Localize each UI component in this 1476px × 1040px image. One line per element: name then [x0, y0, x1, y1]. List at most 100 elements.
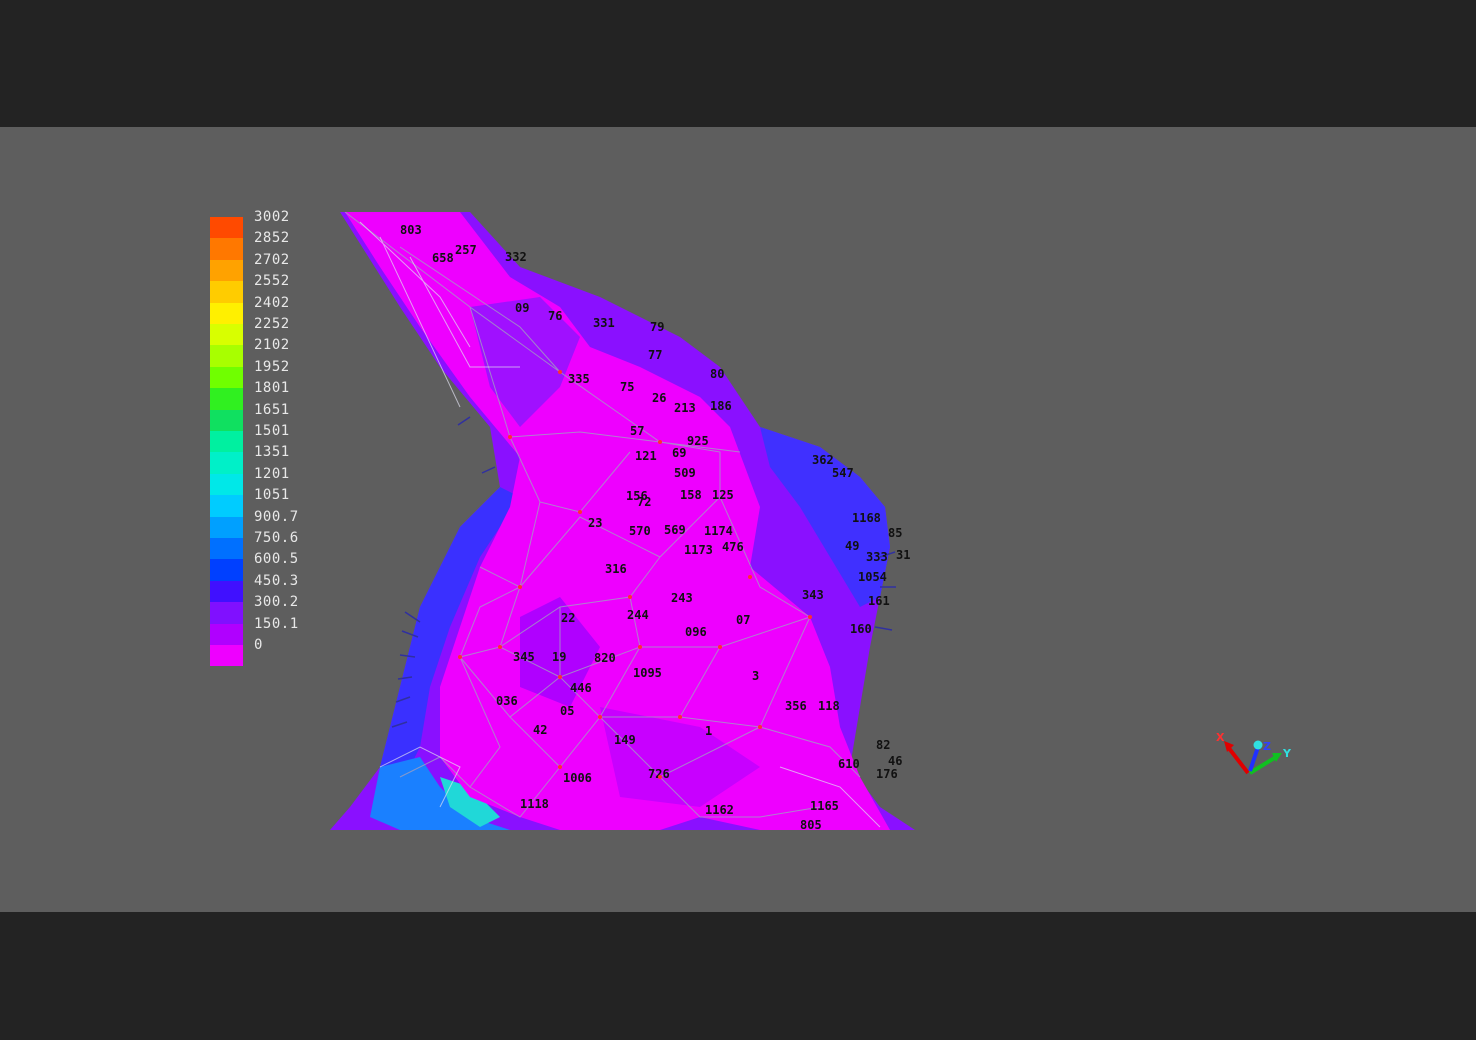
legend-swatch	[210, 259, 243, 282]
legend-label: 3002	[254, 209, 290, 225]
node-label: 76	[548, 309, 562, 323]
legend-label: 1501	[254, 423, 290, 439]
legend-swatch	[210, 645, 243, 667]
node-label: 805	[800, 818, 822, 832]
3d-viewport[interactable]: 803 658 257 332 09 76 331 79 77 80 335 7…	[0, 127, 1476, 912]
node-label: 332	[505, 250, 527, 264]
node-label: 476	[722, 540, 744, 554]
legend-label: 1051	[254, 487, 290, 504]
node-label: 335	[568, 372, 590, 386]
legend-label: 1651	[254, 401, 290, 418]
legend-label: 2702	[254, 251, 290, 268]
legend-swatch	[210, 602, 243, 624]
node-label: 07	[736, 613, 750, 627]
node-label: 186	[710, 399, 732, 413]
legend-swatch	[210, 559, 243, 581]
node-label: 331	[593, 316, 615, 330]
legend-swatch	[210, 324, 243, 346]
legend-swatch	[210, 409, 243, 431]
node-label: 658	[432, 251, 454, 265]
node-label: 19	[552, 650, 566, 664]
legend-label: 150.1	[254, 615, 299, 632]
legend-swatch	[210, 473, 243, 496]
legend-swatch	[210, 366, 243, 389]
legend-swatch	[210, 516, 243, 538]
x-axis-arrow	[1226, 745, 1250, 775]
node-label: 244	[627, 608, 649, 622]
node-label: 610	[838, 757, 860, 771]
node-label: 3	[752, 669, 759, 683]
legend-label: 1351	[254, 444, 290, 461]
top-letterbox	[0, 0, 1476, 127]
node-label: 80	[710, 367, 724, 381]
node-label: 46	[888, 754, 902, 768]
node-label: 05	[560, 704, 574, 718]
node-label: 333	[866, 550, 888, 564]
x-axis-label: X	[1216, 731, 1225, 744]
node-label: 356	[785, 699, 807, 713]
legend-label: 0	[254, 637, 263, 653]
node-label: 69	[672, 446, 686, 460]
legend-label: 1952	[254, 358, 290, 375]
legend-swatch	[210, 580, 243, 603]
node-label: 49	[845, 539, 859, 553]
node-label: 362	[812, 453, 834, 467]
node-label: 176	[876, 767, 898, 781]
node-label: 23	[588, 516, 602, 530]
legend-swatch	[210, 623, 243, 645]
node-label: 820	[594, 651, 616, 665]
legend-swatch	[210, 217, 243, 239]
node-label: 509	[674, 466, 696, 480]
node-label: 57	[630, 424, 644, 438]
node-label: 343	[802, 588, 824, 602]
legend-swatch	[210, 495, 243, 517]
axis-triad[interactable]: X Y Z	[1210, 725, 1300, 785]
node-label: 1095	[633, 666, 662, 680]
legend-label: 2252	[254, 316, 290, 332]
node-label: 096	[685, 625, 707, 639]
legend-label: 900.7	[254, 508, 299, 525]
node-label: 570	[629, 524, 651, 538]
node-label: 446	[570, 681, 592, 695]
legend-label: 2102	[254, 337, 290, 354]
node-label: 243	[671, 591, 693, 605]
node-label: 42	[533, 723, 547, 737]
node-label: 213	[674, 401, 696, 415]
legend-swatch	[210, 538, 243, 560]
legend-swatch	[210, 281, 243, 303]
node-label: 75	[620, 380, 634, 394]
legend-label: 1801	[254, 380, 290, 397]
node-label: 1174	[704, 524, 733, 538]
node-label: 09	[515, 301, 529, 315]
node-label: 82	[876, 738, 890, 752]
node-label: 158	[680, 488, 702, 502]
legend-label: 750.6	[254, 530, 299, 546]
legend-label: 1201	[254, 465, 290, 482]
node-label: 1162	[705, 803, 734, 817]
legend-label: 2402	[254, 294, 290, 311]
node-label: 118	[818, 699, 840, 713]
legend-swatch	[210, 238, 243, 260]
node-label: 925	[687, 434, 709, 448]
node-label: 547	[832, 466, 854, 480]
node-label: 257	[455, 243, 477, 257]
node-label: 1173	[684, 543, 713, 557]
legend-label: 450.3	[254, 572, 299, 589]
node-label: 803	[400, 223, 422, 237]
legend-label: 2552	[254, 273, 290, 290]
node-label: 036	[496, 694, 518, 708]
node-label: 1168	[852, 511, 881, 525]
node-label: 79	[650, 320, 664, 334]
node-label: 31	[896, 548, 910, 562]
node-label: 1006	[563, 771, 592, 785]
legend-swatch	[210, 345, 243, 367]
node-label: 149	[614, 733, 636, 747]
node-label: 161	[868, 594, 890, 608]
z-axis-head	[1253, 740, 1263, 750]
node-label: 1054	[858, 570, 887, 584]
node-label: 1165	[810, 799, 839, 813]
node-label: 121	[635, 449, 657, 463]
legend-swatch	[210, 452, 243, 474]
legend-label: 300.2	[254, 594, 299, 611]
node-label: 1118	[520, 797, 549, 811]
